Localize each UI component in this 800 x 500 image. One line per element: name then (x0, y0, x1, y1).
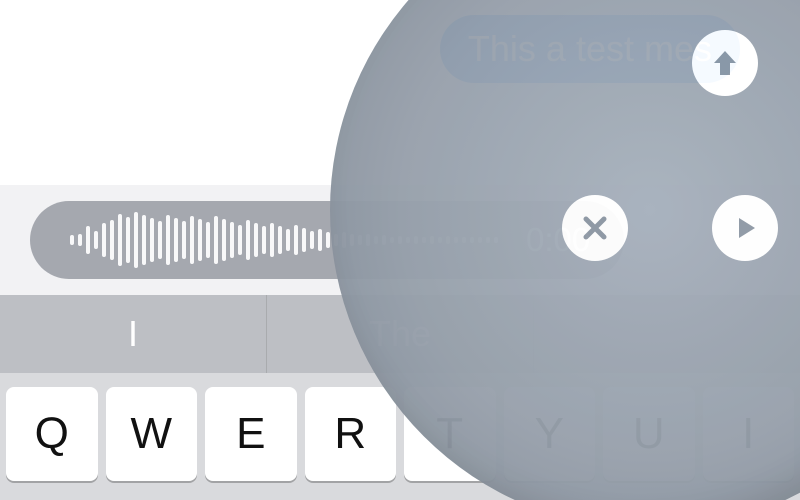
waveform-bar (142, 215, 146, 265)
waveform-bar (302, 228, 306, 252)
waveform-bar (86, 226, 90, 254)
waveform-bar (262, 226, 266, 254)
waveform-bar (118, 214, 122, 266)
waveform-bar (222, 219, 226, 261)
waveform-bar (230, 222, 234, 258)
waveform-bar (190, 216, 194, 264)
waveform-bar (102, 223, 106, 257)
waveform-bar (246, 220, 250, 260)
play-button[interactable] (712, 195, 778, 261)
waveform-bar (70, 235, 74, 245)
key-r[interactable]: R (305, 387, 397, 481)
waveform-bar (270, 223, 274, 257)
send-button[interactable] (692, 30, 758, 96)
waveform-bar (134, 212, 138, 268)
waveform-bar (126, 217, 130, 263)
waveform-bar (254, 223, 258, 257)
waveform-bar (206, 222, 210, 258)
waveform-bar (94, 231, 98, 249)
waveform-bar (278, 226, 282, 254)
waveform-bar (238, 225, 242, 255)
play-icon (730, 213, 760, 243)
waveform-bar (182, 221, 186, 259)
key-e[interactable]: E (205, 387, 297, 481)
waveform-bar (78, 234, 82, 246)
waveform-bar (198, 219, 202, 261)
arrow-up-icon (708, 46, 742, 80)
waveform-bar (110, 220, 114, 260)
waveform-bar (174, 218, 178, 262)
waveform-bar (310, 231, 314, 249)
waveform-bar (158, 221, 162, 259)
messages-app-stage: This a test mes 0:00 IThe QWERTYUI (0, 0, 800, 500)
predictive-suggestion[interactable]: I (0, 295, 267, 373)
waveform-bar (318, 229, 322, 251)
waveform-bar (294, 225, 298, 255)
waveform-bar (286, 229, 290, 251)
waveform-bar (214, 216, 218, 264)
key-w[interactable]: W (106, 387, 198, 481)
close-icon (580, 213, 610, 243)
waveform-bar (326, 232, 330, 248)
waveform-bar (166, 215, 170, 265)
cancel-button[interactable] (562, 195, 628, 261)
waveform-bar (150, 218, 154, 262)
key-q[interactable]: Q (6, 387, 98, 481)
